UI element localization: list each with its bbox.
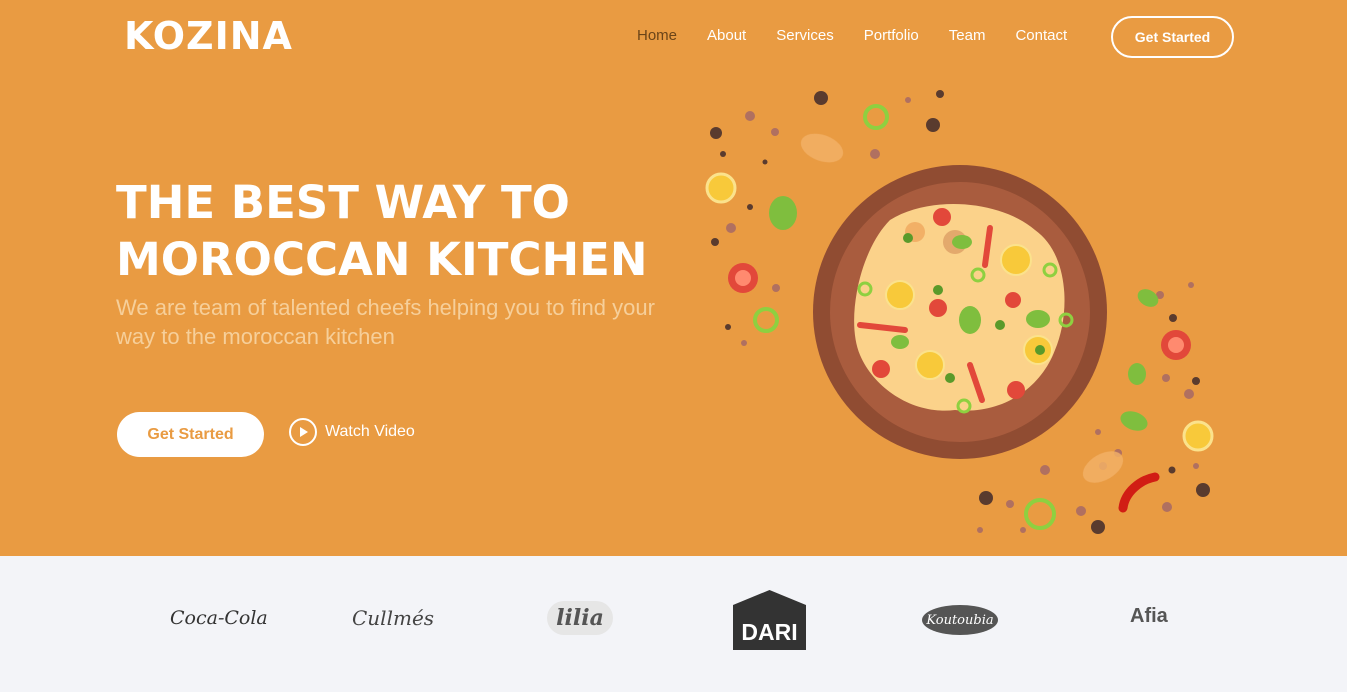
main-nav: Home About Services Portfolio Team Conta… bbox=[637, 26, 1097, 46]
client-logo-coca-cola: Coca-Cola bbox=[170, 607, 268, 629]
header-get-started-button[interactable]: Get Started bbox=[1111, 16, 1234, 58]
nav-item-contact[interactable]: Contact bbox=[1015, 26, 1067, 46]
client-logo-lilia: lilia bbox=[547, 601, 613, 635]
hero-title: THE BEST WAY TO MOROCCAN KITCHEN bbox=[116, 174, 716, 288]
hero-section: KOZINA Home About Services Portfolio Tea… bbox=[0, 0, 1347, 556]
moroccan-dish-illustration bbox=[705, 90, 1214, 534]
hero-title-line-2: MOROCCAN KITCHEN bbox=[116, 233, 648, 286]
nav-item-home[interactable]: Home bbox=[637, 26, 677, 46]
play-icon bbox=[289, 418, 317, 446]
nav-item-portfolio[interactable]: Portfolio bbox=[864, 26, 919, 46]
client-logo-cullmes: Cullmés bbox=[352, 606, 435, 630]
hero-subtitle: We are team of talented cheefs helping y… bbox=[116, 295, 655, 349]
watch-video-button[interactable]: Watch Video bbox=[289, 418, 415, 446]
hero-get-started-button[interactable]: Get Started bbox=[117, 412, 264, 457]
herb-leaves bbox=[1120, 289, 1159, 431]
hero-title-line-1: THE BEST WAY TO bbox=[116, 176, 570, 229]
client-logo-koutoubia: Koutoubia bbox=[922, 605, 998, 635]
brand-logo[interactable]: KOZINA bbox=[124, 14, 293, 58]
nav-item-team[interactable]: Team bbox=[949, 26, 986, 46]
nav-item-services[interactable]: Services bbox=[776, 26, 834, 46]
client-logo-afia: Afia bbox=[1130, 605, 1168, 627]
nav-item-about[interactable]: About bbox=[707, 26, 746, 46]
chili-pepper bbox=[1118, 472, 1160, 513]
watch-video-label: Watch Video bbox=[325, 423, 415, 440]
